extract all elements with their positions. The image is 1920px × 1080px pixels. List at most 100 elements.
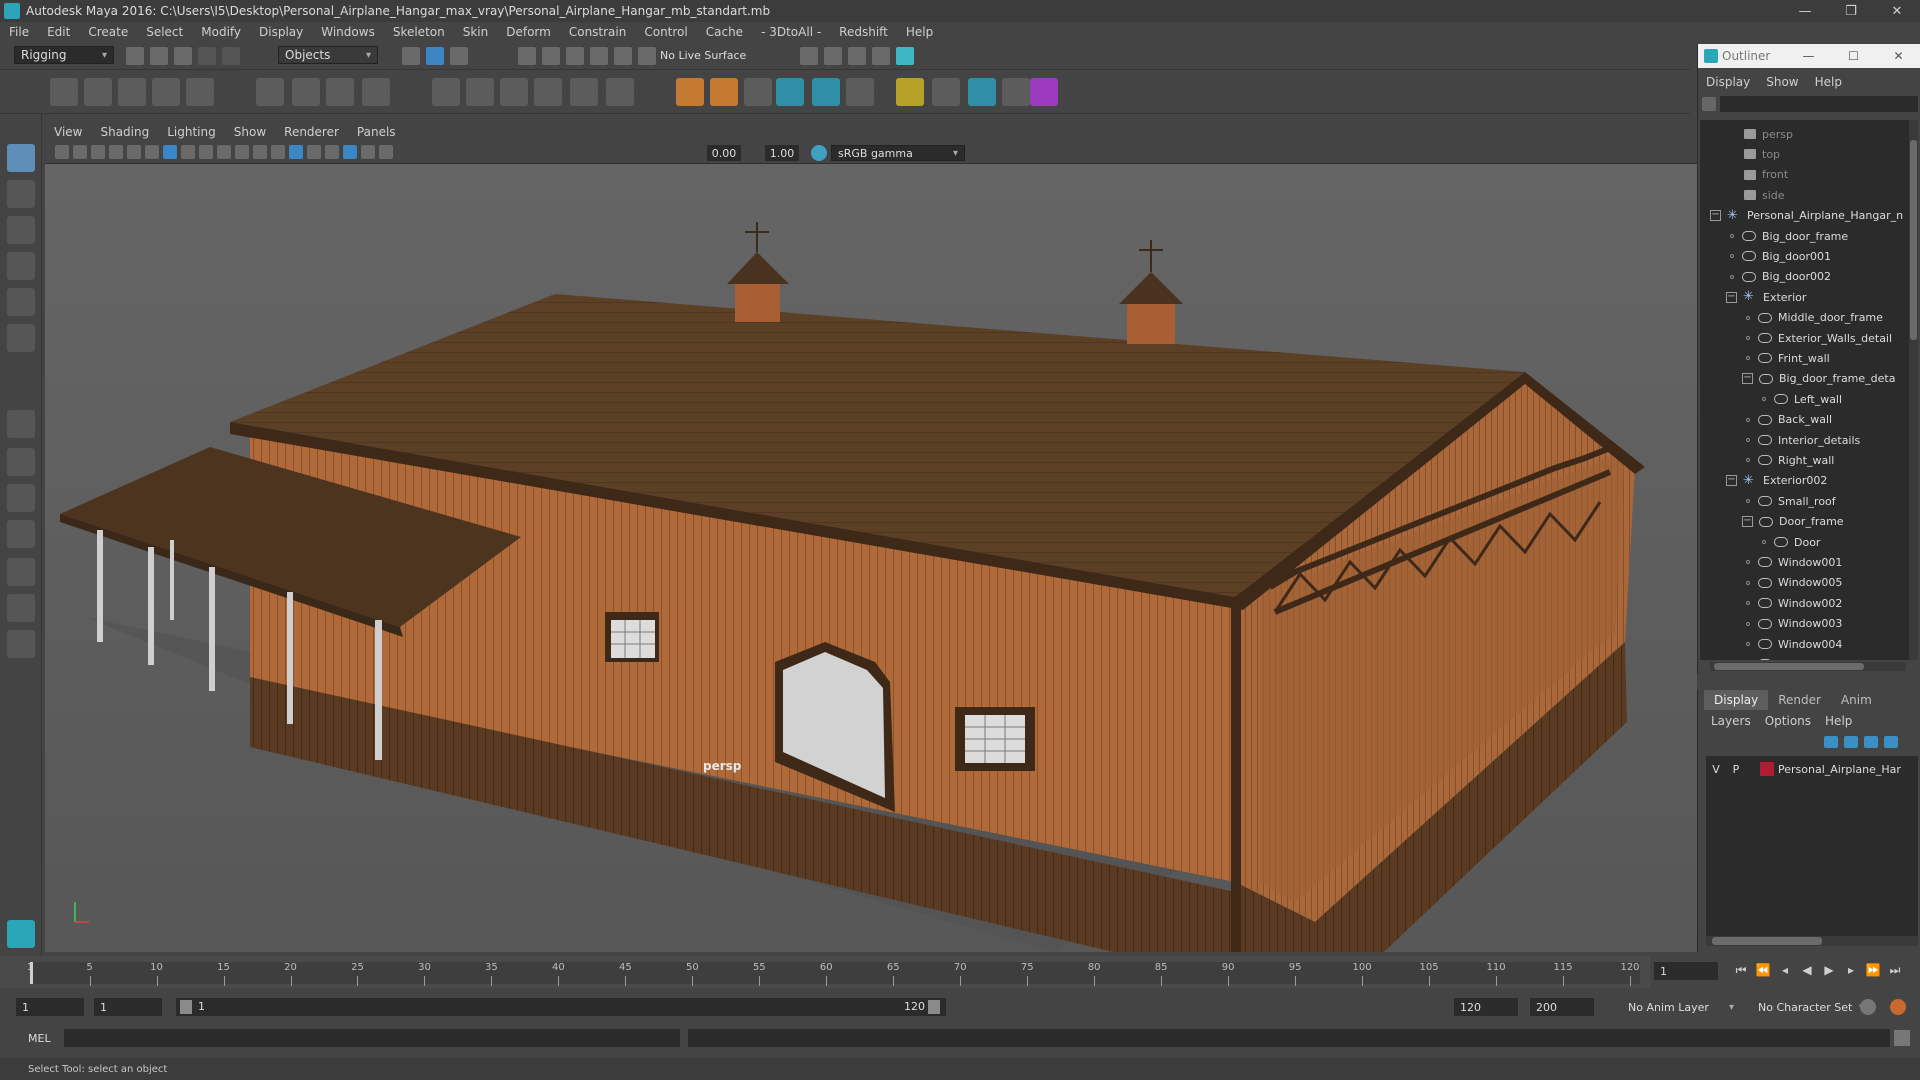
paint-select-tool-icon[interactable] [7,216,35,244]
outliner-item[interactable]: Window003 [1700,614,1910,634]
menu-deform[interactable]: Deform [497,25,560,39]
expand-collapse-icon[interactable]: − [1710,210,1721,222]
mash-icon[interactable] [1030,78,1058,106]
menu-set-dropdown[interactable]: Rigging [14,46,114,64]
outliner-minimize-button[interactable]: — [1786,44,1831,68]
time-editor-icon[interactable] [968,78,996,106]
current-frame-field[interactable]: 1 [1654,962,1718,980]
textured-icon[interactable] [343,145,357,159]
close-button[interactable]: ✕ [1874,0,1920,22]
outliner-item[interactable]: Exterior_Walls_detail [1700,328,1910,348]
bookmark-icon[interactable] [91,145,105,159]
selection-mode-dropdown[interactable]: Objects [278,46,378,64]
outliner-item[interactable]: top [1700,144,1910,164]
ik-handle-icon[interactable] [84,78,112,106]
maximize-button[interactable]: ❐ [1828,0,1874,22]
create-layer-from-selection-icon[interactable] [1884,736,1898,748]
gate-mask-icon[interactable] [199,145,213,159]
scale-constraint-icon[interactable] [534,78,562,106]
menu-constrain[interactable]: Constrain [560,25,636,39]
move-tool-icon[interactable] [7,252,35,280]
step-back-frame-icon[interactable]: ◂ [1774,960,1796,980]
play-forward-icon[interactable]: ▶ [1818,960,1840,980]
lattice-icon[interactable] [326,78,354,106]
color-management-icon[interactable] [811,145,827,161]
layer-tab-display[interactable]: Display [1704,690,1769,710]
layout-single-pane-icon[interactable] [7,410,35,438]
outliner-item[interactable]: side [1700,185,1910,205]
point-constraint-icon[interactable] [432,78,460,106]
outliner-item[interactable]: Middle_door_frame [1700,308,1910,328]
outliner-item[interactable]: − ✳ Exterior [1700,287,1910,307]
viewport[interactable]: persp [45,122,1697,952]
select-hierarchy-icon[interactable] [402,47,420,65]
outliner-item[interactable]: Back_wall [1700,410,1910,430]
layer-name[interactable]: Personal_Airplane_Har [1778,763,1901,776]
redo-icon[interactable] [222,47,240,65]
outliner-item[interactable]: Frint_wall [1700,348,1910,368]
outliner-menu-display[interactable]: Display [1698,75,1758,89]
expand-collapse-icon[interactable]: − [1742,373,1753,385]
image-plane-icon[interactable] [109,145,123,159]
layout-outliner-pane-icon[interactable] [7,520,35,548]
move-layer-up-icon[interactable] [1824,736,1838,748]
bind-skin-icon[interactable] [256,78,284,106]
range-slider[interactable]: 1 120 [176,998,946,1016]
pole-vector-icon[interactable] [606,78,634,106]
menu-select[interactable]: Select [137,25,192,39]
snap-view-plane-icon[interactable] [590,47,608,65]
menu-redshift[interactable]: Redshift [830,25,897,39]
outliner-close-button[interactable]: ✕ [1876,44,1920,68]
viewport-scene[interactable]: persp [45,122,1697,952]
render-frame-icon[interactable] [800,47,818,65]
outliner-item[interactable]: persp [1700,124,1910,144]
outliner-vertical-scrollbar[interactable] [1909,120,1918,660]
go-to-end-icon[interactable]: ⏭ [1884,960,1906,980]
paint-weights-icon[interactable] [292,78,320,106]
outliner-item[interactable]: Big_door002 [1700,267,1910,287]
outliner-item[interactable]: Interior_details [1700,430,1910,450]
outliner-maximize-button[interactable]: ☐ [1831,44,1876,68]
animation-preferences-icon[interactable] [1890,999,1906,1015]
joint-tool-icon[interactable] [50,78,78,106]
snap-point-icon[interactable] [566,47,584,65]
menu-skeleton[interactable]: Skeleton [384,25,454,39]
wireframe-icon[interactable] [271,145,285,159]
layer-horizontal-scrollbar[interactable] [1706,936,1918,946]
minimize-button[interactable]: — [1782,0,1828,22]
select-object-icon[interactable] [426,47,444,65]
outliner-item[interactable]: − ✳ Exterior002 [1700,471,1910,491]
film-gate-icon[interactable] [145,145,159,159]
layer-menu-layers[interactable]: Layers [1704,714,1758,728]
set-driven-key-icon[interactable] [710,78,738,106]
menu-edit[interactable]: Edit [38,25,79,39]
snap-surface-icon[interactable] [614,47,632,65]
anim-layer-dropdown[interactable]: No Anim Layer [1622,998,1740,1016]
panel-menu-panels[interactable]: Panels [348,125,405,139]
range-slider-left-handle[interactable] [180,1000,192,1014]
character-set-dropdown[interactable]: No Character Set [1752,998,1870,1016]
camera-attributes-icon[interactable] [55,145,69,159]
hypershade-icon[interactable] [872,47,890,65]
layout-two-pane-icon[interactable] [7,484,35,512]
menu-file[interactable]: File [0,25,38,39]
select-tool-icon[interactable] [7,144,35,172]
outliner-horizontal-scrollbar[interactable] [1710,662,1906,671]
expand-collapse-icon[interactable]: − [1726,291,1737,303]
layer-menu-options[interactable]: Options [1758,714,1818,728]
mirror-joint-icon[interactable] [186,78,214,106]
lasso-tool-icon[interactable] [7,180,35,208]
command-input[interactable] [64,1029,680,1047]
layer-row[interactable]: V P Personal_Airplane_Har [1706,760,1918,778]
ipr-render-icon[interactable] [824,47,842,65]
character-set-icon[interactable] [896,78,924,106]
animation-start-field[interactable]: 1 [16,998,84,1016]
menu-3dtoall[interactable]: - 3DtoAll - [752,25,830,39]
hik-icon[interactable] [744,78,772,106]
vector-icon[interactable] [1002,78,1030,106]
ik-spline-icon[interactable] [118,78,146,106]
layout-graph-pane-icon[interactable] [7,558,35,586]
camera-lock-icon[interactable] [73,145,87,159]
outliner-menu-help[interactable]: Help [1807,75,1850,89]
panel-menu-view[interactable]: View [45,125,91,139]
